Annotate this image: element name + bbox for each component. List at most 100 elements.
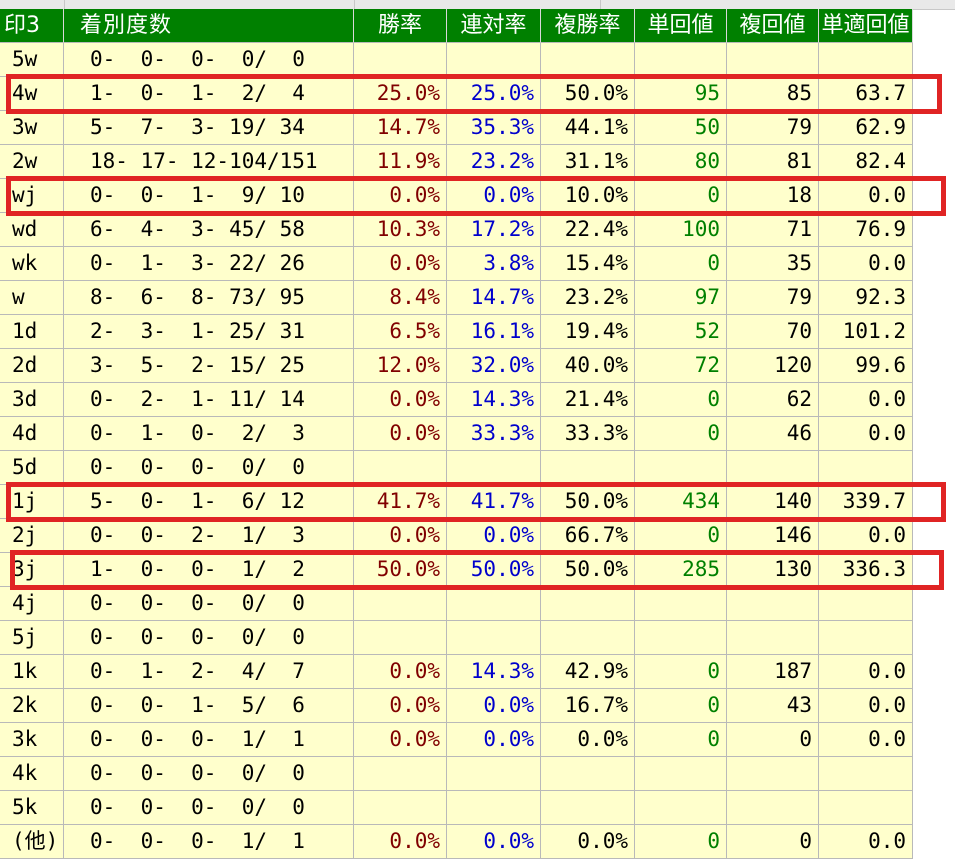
row-counts[interactable]: 0- 0- 1- 9/ 10 [64, 179, 354, 213]
header-win-rate[interactable]: 勝率 [354, 9, 447, 43]
row-counts[interactable]: 6- 4- 3- 45/ 58 [64, 213, 354, 247]
row-place-return[interactable]: 130 [727, 553, 819, 587]
row-place-rate[interactable]: 33.3% [541, 417, 635, 451]
row-win-rate[interactable] [354, 587, 447, 621]
row-counts[interactable]: 0- 0- 0- 1/ 1 [64, 825, 354, 859]
row-win-return[interactable]: 0 [635, 179, 727, 213]
row-place-return[interactable]: 140 [727, 485, 819, 519]
row-place-return[interactable]: 0 [727, 723, 819, 757]
row-win-return[interactable] [635, 587, 727, 621]
row-adj-win-return[interactable] [819, 43, 913, 77]
row-quinella-rate[interactable]: 0.0% [447, 825, 541, 859]
header-adj-win-return[interactable]: 単適回値 [819, 9, 913, 43]
row-win-return[interactable]: 285 [635, 553, 727, 587]
row-win-rate[interactable]: 0.0% [354, 383, 447, 417]
row-place-rate[interactable]: 40.0% [541, 349, 635, 383]
row-mark[interactable]: 3d [0, 383, 64, 417]
row-win-rate[interactable]: 14.7% [354, 111, 447, 145]
row-quinella-rate[interactable] [447, 43, 541, 77]
row-win-return[interactable]: 0 [635, 655, 727, 689]
row-adj-win-return[interactable]: 99.6 [819, 349, 913, 383]
row-counts[interactable]: 1- 0- 1- 2/ 4 [64, 77, 354, 111]
row-win-return[interactable]: 434 [635, 485, 727, 519]
row-place-return[interactable]: 70 [727, 315, 819, 349]
row-win-return[interactable]: 97 [635, 281, 727, 315]
row-quinella-rate[interactable] [447, 587, 541, 621]
row-adj-win-return[interactable] [819, 791, 913, 825]
row-mark[interactable]: wd [0, 213, 64, 247]
row-win-return[interactable]: 0 [635, 519, 727, 553]
row-quinella-rate[interactable]: 3.8% [447, 247, 541, 281]
row-place-rate[interactable] [541, 43, 635, 77]
row-quinella-rate[interactable]: 33.3% [447, 417, 541, 451]
row-quinella-rate[interactable]: 23.2% [447, 145, 541, 179]
row-counts[interactable]: 5- 7- 3- 19/ 34 [64, 111, 354, 145]
row-win-rate[interactable]: 12.0% [354, 349, 447, 383]
row-counts[interactable]: 2- 3- 1- 25/ 31 [64, 315, 354, 349]
row-counts[interactable]: 0- 0- 0- 0/ 0 [64, 587, 354, 621]
row-win-return[interactable] [635, 757, 727, 791]
row-quinella-rate[interactable]: 14.3% [447, 655, 541, 689]
row-place-rate[interactable]: 42.9% [541, 655, 635, 689]
row-adj-win-return[interactable]: 92.3 [819, 281, 913, 315]
row-quinella-rate[interactable]: 0.0% [447, 723, 541, 757]
row-place-rate[interactable]: 19.4% [541, 315, 635, 349]
row-place-rate[interactable]: 44.1% [541, 111, 635, 145]
row-adj-win-return[interactable]: 63.7 [819, 77, 913, 111]
row-mark[interactable]: 4j [0, 587, 64, 621]
row-mark[interactable]: wj [0, 179, 64, 213]
row-adj-win-return[interactable]: 0.0 [819, 383, 913, 417]
row-place-rate[interactable]: 10.0% [541, 179, 635, 213]
row-place-rate[interactable] [541, 791, 635, 825]
row-mark[interactable]: 2w [0, 145, 64, 179]
row-adj-win-return[interactable]: 0.0 [819, 519, 913, 553]
row-mark[interactable]: 3k [0, 723, 64, 757]
row-place-rate[interactable]: 0.0% [541, 723, 635, 757]
row-place-return[interactable] [727, 587, 819, 621]
row-win-rate[interactable]: 0.0% [354, 519, 447, 553]
row-quinella-rate[interactable]: 0.0% [447, 689, 541, 723]
row-quinella-rate[interactable]: 35.3% [447, 111, 541, 145]
row-place-return[interactable]: 187 [727, 655, 819, 689]
header-win-return[interactable]: 単回値 [635, 9, 727, 43]
row-win-rate[interactable] [354, 757, 447, 791]
row-place-rate[interactable]: 50.0% [541, 485, 635, 519]
row-win-rate[interactable]: 8.4% [354, 281, 447, 315]
row-adj-win-return[interactable] [819, 621, 913, 655]
row-place-return[interactable]: 85 [727, 77, 819, 111]
row-win-rate[interactable]: 10.3% [354, 213, 447, 247]
row-place-return[interactable]: 79 [727, 111, 819, 145]
row-place-rate[interactable]: 0.0% [541, 825, 635, 859]
row-mark[interactable]: 2d [0, 349, 64, 383]
row-adj-win-return[interactable]: 76.9 [819, 213, 913, 247]
row-quinella-rate[interactable]: 50.0% [447, 553, 541, 587]
row-mark[interactable]: 5j [0, 621, 64, 655]
row-win-return[interactable]: 0 [635, 417, 727, 451]
row-mark[interactable]: 1k [0, 655, 64, 689]
header-counts[interactable]: 着別度数 [64, 9, 354, 43]
row-adj-win-return[interactable]: 0.0 [819, 825, 913, 859]
row-mark[interactable]: wk [0, 247, 64, 281]
row-place-return[interactable]: 46 [727, 417, 819, 451]
row-adj-win-return[interactable]: 0.0 [819, 723, 913, 757]
row-win-rate[interactable]: 0.0% [354, 825, 447, 859]
row-adj-win-return[interactable]: 0.0 [819, 655, 913, 689]
row-place-rate[interactable]: 21.4% [541, 383, 635, 417]
row-win-return[interactable]: 100 [635, 213, 727, 247]
row-place-return[interactable] [727, 791, 819, 825]
row-adj-win-return[interactable]: 82.4 [819, 145, 913, 179]
row-win-rate[interactable] [354, 43, 447, 77]
row-win-return[interactable]: 95 [635, 77, 727, 111]
row-win-return[interactable]: 0 [635, 723, 727, 757]
row-mark[interactable]: 4k [0, 757, 64, 791]
row-place-rate[interactable] [541, 621, 635, 655]
row-place-rate[interactable]: 31.1% [541, 145, 635, 179]
row-win-rate[interactable]: 0.0% [354, 689, 447, 723]
row-mark[interactable]: w [0, 281, 64, 315]
row-quinella-rate[interactable]: 41.7% [447, 485, 541, 519]
row-mark[interactable]: 2j [0, 519, 64, 553]
row-counts[interactable]: 1- 0- 0- 1/ 2 [64, 553, 354, 587]
row-win-return[interactable]: 50 [635, 111, 727, 145]
row-counts[interactable]: 18- 17- 12-104/151 [64, 145, 354, 179]
row-counts[interactable]: 0- 0- 2- 1/ 3 [64, 519, 354, 553]
